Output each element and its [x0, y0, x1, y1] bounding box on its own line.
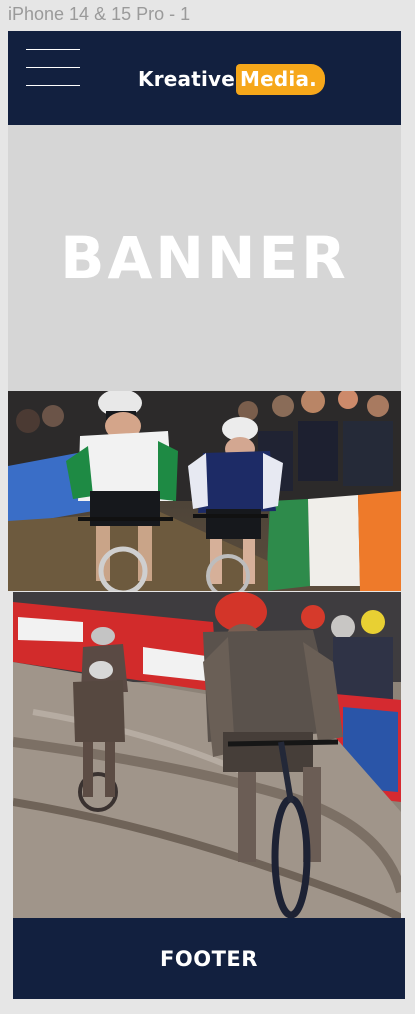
- brand-logo[interactable]: Kreative Media.: [138, 59, 325, 99]
- muddy-cyclist-image: [13, 592, 401, 918]
- cyclocross-race-image: [8, 391, 401, 591]
- banner-title: BANNER: [60, 224, 349, 292]
- banner: BANNER: [8, 125, 401, 391]
- menu-bar-top: [26, 49, 80, 50]
- logo-accent-text: Media.: [236, 63, 325, 95]
- cyclocross-race-photo: [8, 391, 401, 591]
- menu-bar-middle: [26, 67, 80, 68]
- frame-label: iPhone 14 & 15 Pro - 1: [8, 4, 191, 24]
- site-header: Kreative Media.: [8, 31, 401, 125]
- hamburger-menu-icon[interactable]: [26, 49, 80, 89]
- muddy-cyclist-photo: [13, 592, 401, 918]
- logo-primary-text: Kreative: [138, 67, 236, 91]
- footer-title: FOOTER: [160, 946, 258, 971]
- menu-bar-bottom: [26, 85, 80, 86]
- site-footer: FOOTER: [13, 918, 405, 999]
